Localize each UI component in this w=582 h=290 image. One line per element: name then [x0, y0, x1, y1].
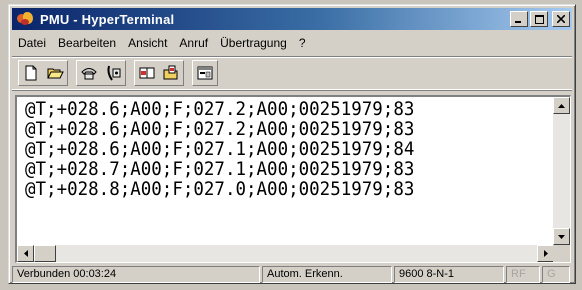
maximize-button[interactable]	[530, 11, 548, 27]
open-button[interactable]	[43, 61, 67, 85]
disconnect-button[interactable]	[101, 61, 125, 85]
receive-file-icon	[163, 65, 178, 80]
menu-datei[interactable]: Datei	[12, 36, 52, 50]
menu-bar: Datei Bearbeiten Ansicht Anruf Übertragu…	[12, 33, 572, 53]
horizontal-scrollbar[interactable]	[17, 245, 554, 262]
disconnect-phone-icon	[107, 65, 121, 81]
hyperterminal-window: PMU - HyperTerminal Datei Bearbeiten Ans…	[8, 4, 576, 284]
status-connection-time: Verbunden 00:03:24	[12, 266, 260, 283]
scroll-down-button[interactable]	[553, 228, 570, 245]
terminal-line: @T;+028.6;A00;F;027.2;A00;00251979;83	[25, 98, 415, 120]
window-title: PMU - HyperTerminal	[40, 11, 175, 27]
scroll-left-button[interactable]	[17, 245, 34, 262]
terminal-line: @T;+028.6;A00;F;027.2;A00;00251979;83	[25, 118, 415, 140]
terminal-line: @T;+028.8;A00;F;027.0;A00;00251979;83	[25, 178, 415, 200]
new-connection-button[interactable]	[19, 61, 43, 85]
terminal-line: @T;+028.7;A00;F;027.1;A00;00251979;83	[25, 158, 415, 180]
scrollbar-corner	[553, 245, 570, 262]
connect-button[interactable]	[77, 61, 101, 85]
properties-icon	[197, 66, 213, 80]
connect-phone-icon	[81, 68, 97, 80]
send-file-icon	[139, 67, 155, 79]
toolbar-group-call	[76, 60, 126, 86]
menu-help[interactable]: ?	[293, 36, 312, 50]
vertical-scrollbar[interactable]	[553, 97, 570, 245]
status-g: G	[542, 266, 570, 283]
close-icon	[557, 15, 565, 23]
toolbar-group-transfer	[134, 60, 184, 86]
terminal-text: @T;+028.6;A00;F;027.2;A00;00251979;83 @T;…	[25, 99, 414, 199]
terminal-output[interactable]: @T;+028.6;A00;F;027.2;A00;00251979;83 @T;…	[15, 95, 571, 263]
title-bar[interactable]: PMU - HyperTerminal	[12, 8, 572, 30]
hyperterminal-app-icon[interactable]	[16, 11, 34, 27]
maximize-icon	[534, 14, 544, 24]
close-button[interactable]	[552, 11, 570, 27]
status-rf: RF	[506, 266, 540, 283]
menu-bearbeiten[interactable]: Bearbeiten	[52, 36, 122, 50]
scroll-right-button[interactable]	[537, 245, 554, 262]
scroll-up-button[interactable]	[553, 97, 570, 114]
status-bar: Verbunden 00:03:24 Autom. Erkenn. 9600 8…	[12, 266, 572, 283]
toolbar-group-file	[18, 60, 68, 86]
menu-anruf[interactable]: Anruf	[173, 36, 214, 50]
down-arrow-icon	[558, 234, 565, 239]
up-arrow-icon	[558, 103, 565, 108]
open-folder-icon	[47, 68, 64, 79]
receive-file-button[interactable]	[159, 61, 183, 85]
right-arrow-icon	[543, 250, 548, 257]
minimize-icon	[515, 21, 521, 23]
new-connection-icon	[25, 65, 37, 81]
left-arrow-icon	[23, 250, 28, 257]
terminal-line: @T;+028.6;A00;F;027.1;A00;00251979;84	[25, 138, 415, 160]
send-file-button[interactable]	[135, 61, 159, 85]
menu-uebertragung[interactable]: Übertragung	[214, 36, 293, 50]
horizontal-scroll-thumb[interactable]	[34, 245, 56, 262]
toolbar	[12, 56, 572, 90]
toolbar-group-settings	[192, 60, 218, 86]
status-port-settings: 9600 8-N-1	[394, 266, 504, 283]
properties-button[interactable]	[193, 61, 217, 85]
minimize-button[interactable]	[510, 11, 528, 27]
menu-ansicht[interactable]: Ansicht	[122, 36, 173, 50]
status-auto-detect: Autom. Erkenn.	[262, 266, 392, 283]
